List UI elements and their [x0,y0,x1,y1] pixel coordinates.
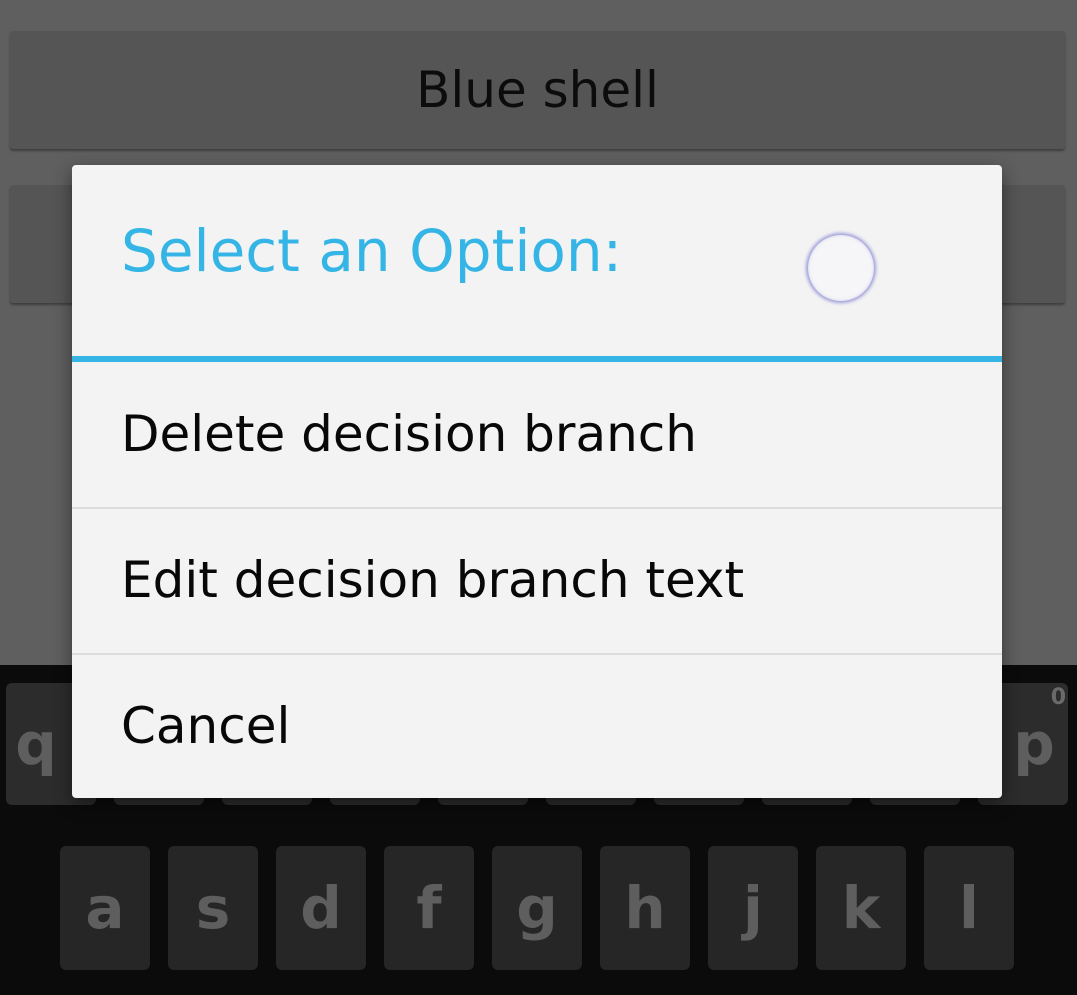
key-j[interactable]: j [708,846,798,970]
key-label: d [300,874,342,942]
key-d[interactable]: d [276,846,366,970]
key-k[interactable]: k [816,846,906,970]
key-g[interactable]: g [492,846,582,970]
option-cancel[interactable]: Cancel [72,654,1002,798]
options-dialog: Select an Option: Delete decision branch… [72,165,1002,798]
option-label: Cancel [121,697,291,755]
option-label: Edit decision branch text [121,551,745,609]
key-a[interactable]: a [60,846,150,970]
key-label: j [743,874,763,942]
touch-indicator-icon [808,235,874,301]
key-h[interactable]: h [600,846,690,970]
key-label: g [516,874,558,942]
key-s[interactable]: s [168,846,258,970]
key-label: l [959,874,979,942]
key-label: q [15,710,57,778]
key-label: p [1013,710,1055,778]
key-l[interactable]: l [924,846,1014,970]
key-hint: 0 [1050,685,1066,710]
blue-shell-button[interactable]: Blue shell [10,31,1065,149]
option-edit-decision-branch-text[interactable]: Edit decision branch text [72,508,1002,652]
key-label: k [841,874,881,942]
dialog-title: Select an Option: [121,217,623,285]
key-label: h [624,874,666,942]
option-label: Delete decision branch [121,405,697,463]
option-delete-decision-branch[interactable]: Delete decision branch [72,362,1002,506]
key-f[interactable]: f [384,846,474,970]
key-label: a [85,874,125,942]
key-label: f [416,874,442,942]
key-label: s [195,874,231,942]
